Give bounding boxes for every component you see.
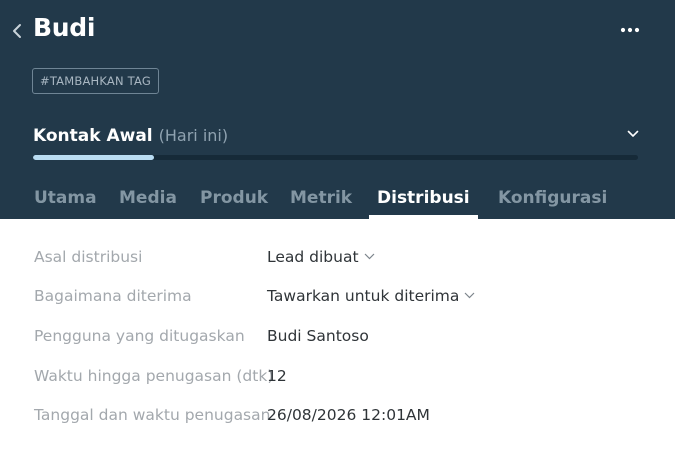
field-row-asal-distribusi: Asal distribusi Lead dibuat [0,245,675,269]
tab-media[interactable]: Media [119,180,177,219]
field-value: Tawarkan untuk diterima [267,287,460,305]
back-chevron-icon[interactable] [8,20,26,42]
field-label: Tanggal dan waktu penugasan [34,406,271,424]
assignment-datetime-value: 26/08/2026 12:01AM [267,406,430,424]
chevron-down-icon [364,253,374,260]
distribution-origin-dropdown[interactable]: Lead dibuat [267,245,375,269]
assigned-user-value: Budi Santoso [267,327,369,345]
field-label: Pengguna yang ditugaskan [34,327,245,345]
record-header: Budi #TAMBAHKAN TAG Kontak Awal (Hari ini… [0,0,675,219]
field-row-pengguna: Pengguna yang ditugaskan Budi Santoso [0,324,675,348]
stage-date: (Hari ini) [158,126,229,145]
tab-utama[interactable]: Utama [34,180,97,219]
field-value: Lead dibuat [267,248,359,266]
stage-selector[interactable]: Kontak Awal (Hari ini) [33,126,643,152]
acceptance-method-dropdown[interactable]: Tawarkan untuk diterima [267,284,475,308]
more-dots-icon[interactable] [620,26,640,34]
tab-distribusi[interactable]: Distribusi [369,180,478,219]
record-title: Budi [33,13,96,42]
field-label: Waktu hingga penugasan (dtk) [34,367,274,385]
stage-name: Kontak Awal [33,126,153,146]
add-tag-button[interactable]: #TAMBAHKAN TAG [32,68,159,94]
time-to-assignment-value: 12 [267,367,287,385]
tab-metrik[interactable]: Metrik [290,180,352,219]
stage-progress-bar [33,155,638,160]
field-label: Bagaimana diterima [34,287,192,305]
field-row-waktu-penugasan: Waktu hingga penugasan (dtk) 12 [0,364,675,388]
field-row-tanggal-penugasan: Tanggal dan waktu penugasan 26/08/2026 1… [0,403,675,427]
stage-progress-fill [33,155,154,160]
tab-konfigurasi[interactable]: Konfigurasi [498,180,607,219]
field-row-bagaimana-diterima: Bagaimana diterima Tawarkan untuk diteri… [0,284,675,308]
tab-produk[interactable]: Produk [200,180,268,219]
chevron-down-icon[interactable] [627,130,639,138]
field-label: Asal distribusi [34,248,143,266]
tab-bar: Utama Media Produk Metrik Distribusi Kon… [0,180,675,219]
chevron-down-icon [464,292,475,299]
